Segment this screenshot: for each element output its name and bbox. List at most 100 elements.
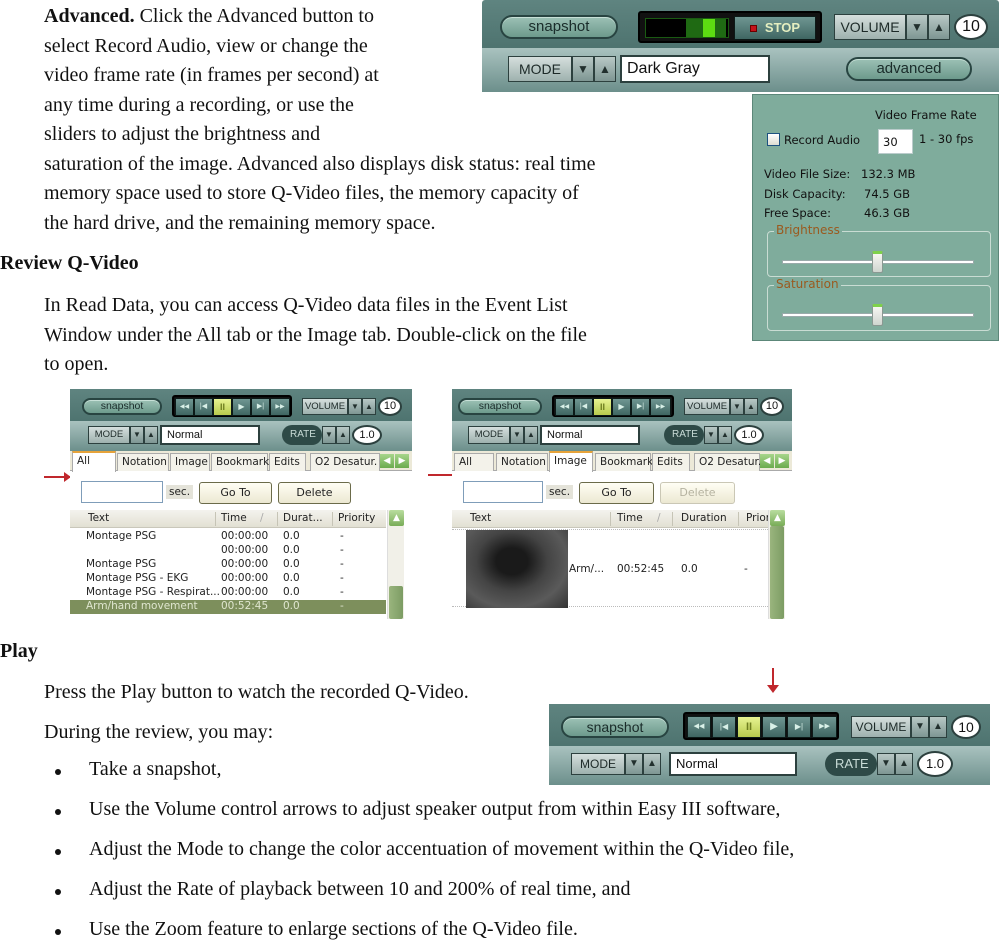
go-to-button[interactable]: Go To [579, 482, 654, 504]
volume-label-button[interactable]: VOLUME [834, 14, 906, 40]
mode-field[interactable]: Dark Gray [620, 55, 770, 83]
vertical-scrollbar[interactable]: ▲ [768, 510, 785, 619]
previous-button[interactable]: |◀ [574, 398, 593, 416]
record-audio-checkbox[interactable] [767, 133, 780, 146]
tab-all[interactable]: All [72, 451, 116, 472]
volume-up-button[interactable]: ▲ [928, 14, 950, 40]
pause-button[interactable]: II [737, 716, 761, 738]
mode-down-button[interactable]: ▼ [572, 56, 594, 82]
snapshot-button[interactable]: snapshot [82, 398, 162, 415]
volume-up-button[interactable]: ▲ [929, 716, 947, 738]
seconds-input[interactable] [81, 481, 163, 503]
tab-all[interactable]: All [454, 453, 494, 471]
table-row[interactable]: Montage PSG - EKG 00:00:00 0.0 - [70, 572, 386, 586]
mode-field[interactable]: Normal [540, 425, 640, 445]
volume-down-button[interactable]: ▼ [730, 398, 744, 415]
mode-up-button[interactable]: ▲ [524, 426, 538, 444]
snapshot-button[interactable]: snapshot [561, 716, 669, 738]
tab-scroll-left-icon[interactable]: ◀ [760, 454, 774, 468]
rate-down-button[interactable]: ▼ [322, 426, 336, 444]
volume-label-button[interactable]: VOLUME [851, 716, 911, 738]
tab-scroll-left-icon[interactable]: ◀ [380, 454, 394, 468]
scroll-thumb[interactable] [770, 526, 784, 619]
advanced-button[interactable]: advanced [846, 57, 972, 81]
mode-down-button[interactable]: ▼ [130, 426, 144, 444]
mode-up-button[interactable]: ▲ [144, 426, 158, 444]
tab-notation[interactable]: Notation [496, 453, 548, 471]
video-thumbnail[interactable] [466, 530, 568, 608]
rate-up-button[interactable]: ▲ [895, 753, 913, 775]
saturation-slider[interactable] [872, 304, 883, 326]
volume-down-button[interactable]: ▼ [348, 398, 362, 415]
tab-scroll-right-icon[interactable]: ▶ [395, 454, 409, 468]
snapshot-button[interactable]: snapshot [500, 15, 618, 39]
tab-bookmark[interactable]: Bookmark [211, 453, 269, 471]
vertical-scrollbar[interactable]: ▲ [387, 510, 404, 619]
image-row[interactable]: Arm/... 00:52:45 0.0 - [452, 529, 768, 608]
mode-up-button[interactable]: ▲ [643, 753, 661, 775]
table-row[interactable]: 00:00:00 0.0 - [70, 544, 386, 558]
next-button[interactable]: ▶| [787, 716, 811, 738]
play-button[interactable]: ▶ [612, 398, 631, 416]
mode-down-button[interactable]: ▼ [510, 426, 524, 444]
volume-label-button[interactable]: VOLUME [302, 398, 348, 415]
column-duration[interactable]: Durat... [283, 512, 323, 524]
next-button[interactable]: ▶| [631, 398, 650, 416]
fast-forward-button[interactable]: ▶▶ [812, 716, 837, 738]
stop-button[interactable]: STOP [734, 16, 816, 40]
play-button[interactable]: ▶ [232, 398, 251, 416]
column-priority[interactable]: Prior [746, 512, 770, 524]
scroll-thumb[interactable] [389, 586, 403, 619]
volume-up-button[interactable]: ▲ [362, 398, 376, 415]
rate-down-button[interactable]: ▼ [877, 753, 895, 775]
go-to-button[interactable]: Go To [199, 482, 272, 504]
mode-label-button[interactable]: MODE [468, 426, 510, 444]
mode-label-button[interactable]: MODE [508, 56, 572, 82]
mode-field[interactable]: Normal [669, 752, 797, 776]
volume-label-button[interactable]: VOLUME [684, 398, 730, 415]
delete-button[interactable]: Delete [278, 482, 351, 504]
column-priority[interactable]: Priority [338, 512, 375, 524]
fast-forward-button[interactable]: ▶▶ [650, 398, 671, 416]
record-audio-label[interactable]: Record Audio [784, 133, 860, 147]
table-row[interactable]: Montage PSG 00:00:00 0.0 - [70, 530, 386, 544]
snapshot-button[interactable]: snapshot [458, 398, 542, 415]
table-row[interactable]: Montage PSG - Respirat... 00:00:00 0.0 - [70, 586, 386, 600]
frame-rate-input[interactable]: 30 [878, 129, 913, 154]
table-row[interactable]: Arm/hand movement 00:52:45 0.0 - [70, 600, 386, 614]
column-time[interactable]: Time [617, 512, 643, 524]
volume-up-button[interactable]: ▲ [744, 398, 758, 415]
tab-image[interactable]: Image [549, 451, 593, 472]
column-text[interactable]: Text [470, 512, 491, 524]
mode-field[interactable]: Normal [160, 425, 260, 445]
tab-image[interactable]: Image [170, 453, 210, 471]
tab-edits[interactable]: Edits [269, 453, 306, 471]
tab-edits[interactable]: Edits [652, 453, 690, 471]
play-button[interactable]: ▶ [762, 716, 786, 738]
column-time[interactable]: Time [221, 512, 247, 524]
column-text[interactable]: Text [88, 512, 109, 524]
fast-forward-button[interactable]: ▶▶ [270, 398, 290, 416]
tab-bookmark[interactable]: Bookmark [595, 453, 653, 471]
table-row[interactable]: Montage PSG 00:00:00 0.0 - [70, 558, 386, 572]
rewind-button[interactable]: ◀◀ [687, 716, 711, 738]
mode-up-button[interactable]: ▲ [594, 56, 616, 82]
next-button[interactable]: ▶| [251, 398, 270, 416]
rate-up-button[interactable]: ▲ [718, 426, 732, 444]
scroll-up-icon[interactable]: ▲ [389, 510, 404, 526]
tab-notation[interactable]: Notation [117, 453, 169, 471]
tab-o2-desaturation[interactable]: O2 Desatur. [310, 453, 380, 471]
volume-down-button[interactable]: ▼ [906, 14, 928, 40]
brightness-slider[interactable] [872, 251, 883, 273]
column-duration[interactable]: Duration [681, 512, 727, 524]
seconds-input[interactable] [463, 481, 543, 503]
rewind-button[interactable]: ◀◀ [175, 398, 194, 416]
rewind-button[interactable]: ◀◀ [555, 398, 574, 416]
rate-down-button[interactable]: ▼ [704, 426, 718, 444]
delete-button[interactable]: Delete [660, 482, 735, 504]
rate-up-button[interactable]: ▲ [336, 426, 350, 444]
mode-label-button[interactable]: MODE [571, 753, 625, 775]
scroll-up-icon[interactable]: ▲ [770, 510, 785, 526]
mode-label-button[interactable]: MODE [88, 426, 130, 444]
tab-scroll-right-icon[interactable]: ▶ [775, 454, 789, 468]
